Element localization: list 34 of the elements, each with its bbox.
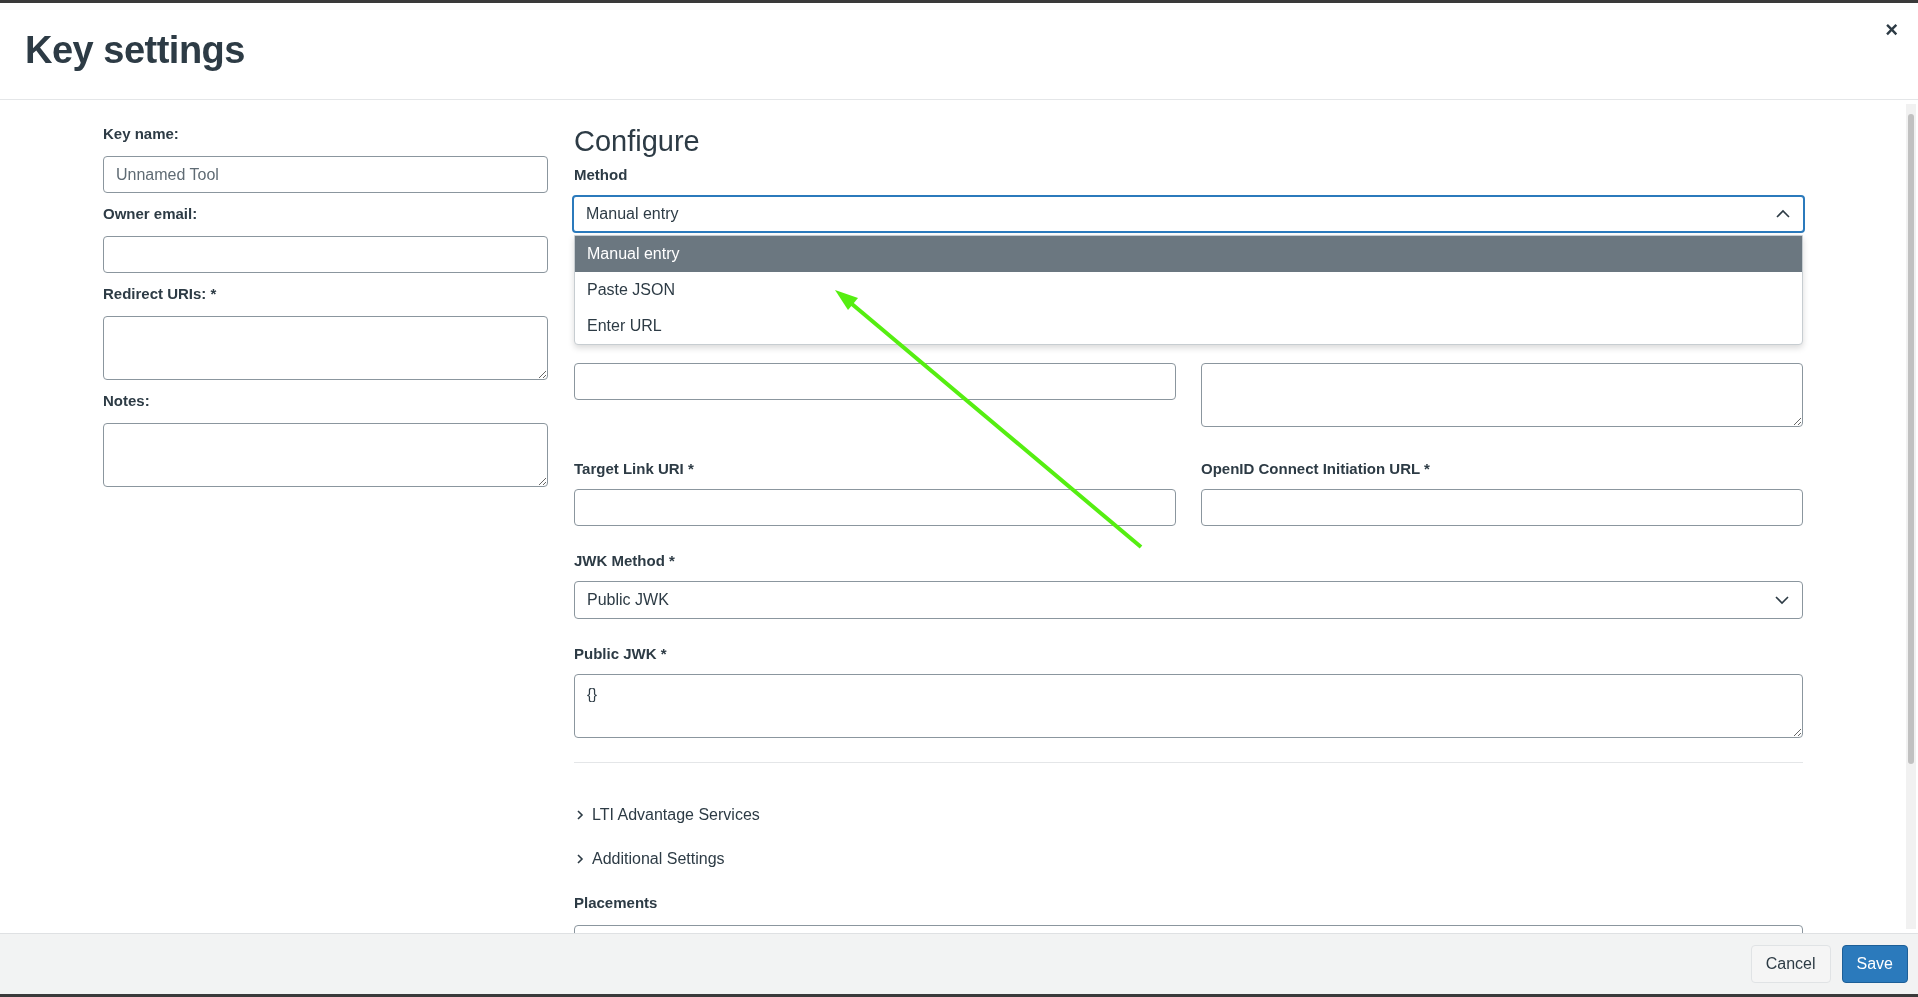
input-field[interactable]	[1201, 489, 1803, 526]
text-area[interactable]	[103, 423, 548, 487]
input-field[interactable]	[574, 489, 1176, 526]
text-area[interactable]: {}	[574, 674, 1803, 738]
field-label: Notes:	[103, 391, 151, 411]
footer-button[interactable]: Save	[1841, 945, 1908, 983]
field-label: Key name:	[103, 124, 180, 144]
menu-option[interactable]: Paste JSON	[575, 272, 1802, 308]
footer-button[interactable]: Cancel	[1750, 945, 1831, 983]
section-heading: Configure	[574, 124, 701, 159]
field-label: Target Link URI *	[574, 459, 695, 479]
field-label: Public JWK *	[574, 644, 668, 664]
chevron-icon	[574, 809, 586, 821]
input-field[interactable]	[103, 236, 548, 273]
method-select[interactable]: Manual entry	[572, 195, 1805, 233]
close-button[interactable]: ×	[1881, 17, 1902, 43]
field-label: Redirect URIs: *	[103, 284, 218, 304]
dialog-title: Key settings	[25, 29, 245, 72]
field-label: Method	[574, 165, 629, 185]
input-field[interactable]: Unnamed Tool	[103, 156, 548, 193]
text-area[interactable]	[1201, 363, 1803, 427]
jwk-method-select[interactable]: Public JWK	[574, 581, 1803, 619]
section-toggle[interactable]: Additional Settings	[574, 847, 725, 871]
field-label: OpenID Connect Initiation URL *	[1201, 459, 1431, 479]
field-label: Owner email:	[103, 204, 199, 224]
chevron-icon	[574, 853, 586, 865]
field-label: Placements	[574, 893, 659, 913]
text-area[interactable]	[103, 316, 548, 380]
menu-option[interactable]: Enter URL	[575, 308, 1802, 344]
menu-option[interactable]: Manual entry	[575, 236, 1802, 272]
field-label: JWK Method *	[574, 551, 676, 571]
input-field[interactable]	[574, 363, 1176, 400]
section-toggle[interactable]: LTI Advantage Services	[574, 803, 760, 827]
scrollbar[interactable]	[1906, 104, 1916, 929]
